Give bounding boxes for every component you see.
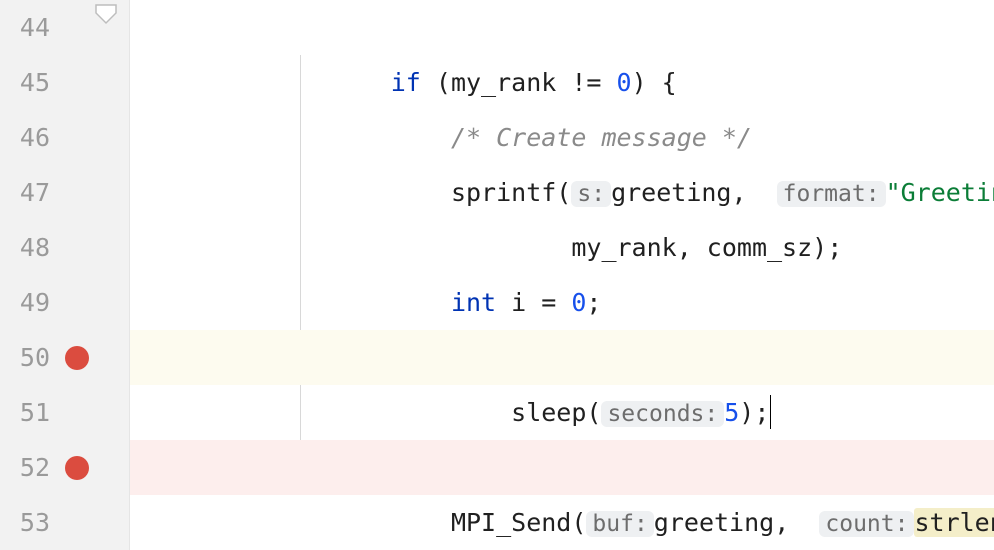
fold-marker-icon[interactable]: [92, 2, 120, 24]
code-line[interactable]: /* Create message */: [130, 55, 994, 110]
code-line[interactable]: while (!i): [130, 275, 994, 330]
code-line[interactable]: comm:MPI_COMM_WORLD);: [130, 495, 994, 550]
code-line[interactable]: my_rank, comm_sz);: [130, 165, 994, 220]
line-number[interactable]: 47: [0, 165, 58, 220]
code-editor: 44 45 46 47 48 49 50 51 52 53 if (my_ran…: [0, 0, 994, 550]
line-number[interactable]: 52: [0, 440, 58, 495]
breakpoint-marker[interactable]: [62, 440, 92, 495]
code-line-breakpoint[interactable]: sleep(seconds:5);: [130, 330, 994, 385]
code-area[interactable]: if (my_rank != 0) { /* Create message */…: [130, 0, 994, 550]
line-number[interactable]: 45: [0, 55, 58, 110]
breakpoint-icon: [65, 346, 89, 370]
line-number[interactable]: 53: [0, 495, 58, 550]
line-number[interactable]: 44: [0, 0, 58, 55]
code-line[interactable]: /* Send message to process 0 */: [130, 385, 994, 440]
code-line[interactable]: if (my_rank != 0) {: [130, 0, 994, 55]
line-number[interactable]: 51: [0, 385, 58, 440]
breakpoint-icon: [65, 456, 89, 480]
code-line[interactable]: sprintf(s:greeting, format:"Greetin: [130, 110, 994, 165]
code-line-breakpoint[interactable]: MPI_Send(buf:greeting, count:strlen: [130, 440, 994, 495]
code-line[interactable]: int i = 0;: [130, 220, 994, 275]
breakpoint-marker[interactable]: [62, 330, 92, 385]
gutter: 44 45 46 47 48 49 50 51 52 53: [0, 0, 130, 550]
line-number[interactable]: 48: [0, 220, 58, 275]
line-number[interactable]: 46: [0, 110, 58, 165]
line-number[interactable]: 49: [0, 275, 58, 330]
line-number[interactable]: 50: [0, 330, 58, 385]
